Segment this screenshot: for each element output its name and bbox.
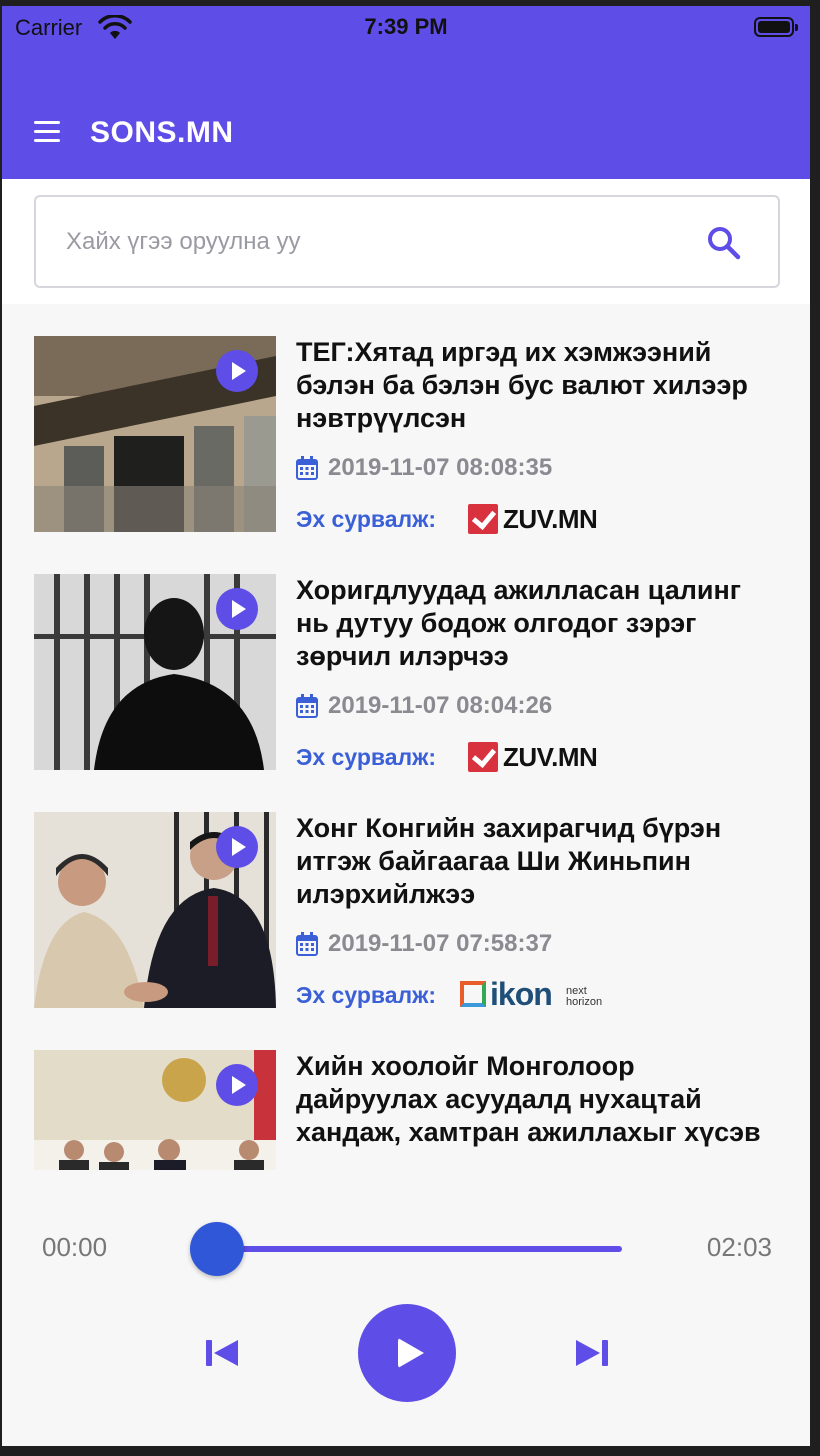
ikon-logo-icon	[460, 981, 486, 1007]
battery-icon	[754, 17, 798, 37]
news-item[interactable]: Хийн хоолойг Монголоор дайруулах асуудал…	[34, 1020, 784, 1170]
play-icon[interactable]	[216, 350, 258, 392]
news-item[interactable]: Хоригдлуудад ажилласан цалинг нь дутуу б…	[34, 544, 784, 772]
news-title: Хоригдлуудад ажилласан цалинг нь дутуу б…	[296, 575, 742, 671]
audio-player: 00:00 02:03	[2, 1170, 810, 1446]
news-item[interactable]: Хонг Конгийн захирагчид бүрэн итгэж байг…	[34, 782, 784, 1012]
search-area	[2, 179, 810, 304]
calendar-icon	[296, 932, 318, 956]
play-button[interactable]	[358, 1304, 456, 1402]
status-time: 7:39 PM	[364, 14, 448, 39]
app-header: Carrier 7:39 PM SONS.MN	[2, 6, 810, 179]
news-title: Хонг Конгийн захирагчид бүрэн итгэж байг…	[296, 813, 722, 909]
news-title: ТЕГ:Хятад иргэд их хэмжээний бэлэн ба бэ…	[296, 337, 748, 433]
next-track-icon[interactable]	[572, 1338, 612, 1368]
checkmark-icon	[468, 504, 498, 534]
news-item[interactable]: ТЕГ:Хятад иргэд их хэмжээний бэлэн ба бэ…	[34, 306, 784, 534]
calendar-icon	[296, 694, 318, 718]
search-box	[34, 195, 780, 288]
news-list: ТЕГ:Хятад иргэд их хэмжээний бэлэн ба бэ…	[2, 306, 810, 1170]
checkmark-icon	[468, 742, 498, 772]
source-label: Эх сурвалж:	[296, 744, 437, 770]
play-icon[interactable]	[216, 1064, 258, 1106]
calendar-icon	[296, 456, 318, 480]
news-date-text: 2019-11-07 08:04:26	[328, 692, 553, 719]
source-label: Эх сурвалж:	[296, 506, 437, 532]
duration-time: 02:03	[706, 1232, 772, 1262]
news-date-text: 2019-11-07 07:58:37	[328, 930, 553, 957]
progress-slider-thumb[interactable]	[190, 1222, 244, 1276]
search-input[interactable]	[66, 197, 686, 286]
previous-track-icon[interactable]	[202, 1338, 242, 1368]
current-time: 00:00	[42, 1232, 108, 1262]
source-label: Эх сурвалж:	[296, 982, 437, 1008]
search-icon[interactable]	[706, 225, 742, 261]
progress-track[interactable]	[216, 1246, 622, 1252]
news-title: Хийн хоолойг Монголоор дайруулах асуудал…	[296, 1051, 761, 1147]
app-title: SONS.MN	[90, 116, 234, 149]
app-screen: Carrier 7:39 PM SONS.MN Хайх үгээ оруулн…	[2, 6, 810, 1446]
hamburger-menu-icon[interactable]	[34, 121, 60, 143]
news-date-text: 2019-11-07 08:08:35	[328, 454, 553, 481]
play-icon[interactable]	[216, 588, 258, 630]
status-bar: Carrier 7:39 PM	[2, 6, 810, 48]
play-icon[interactable]	[216, 826, 258, 868]
